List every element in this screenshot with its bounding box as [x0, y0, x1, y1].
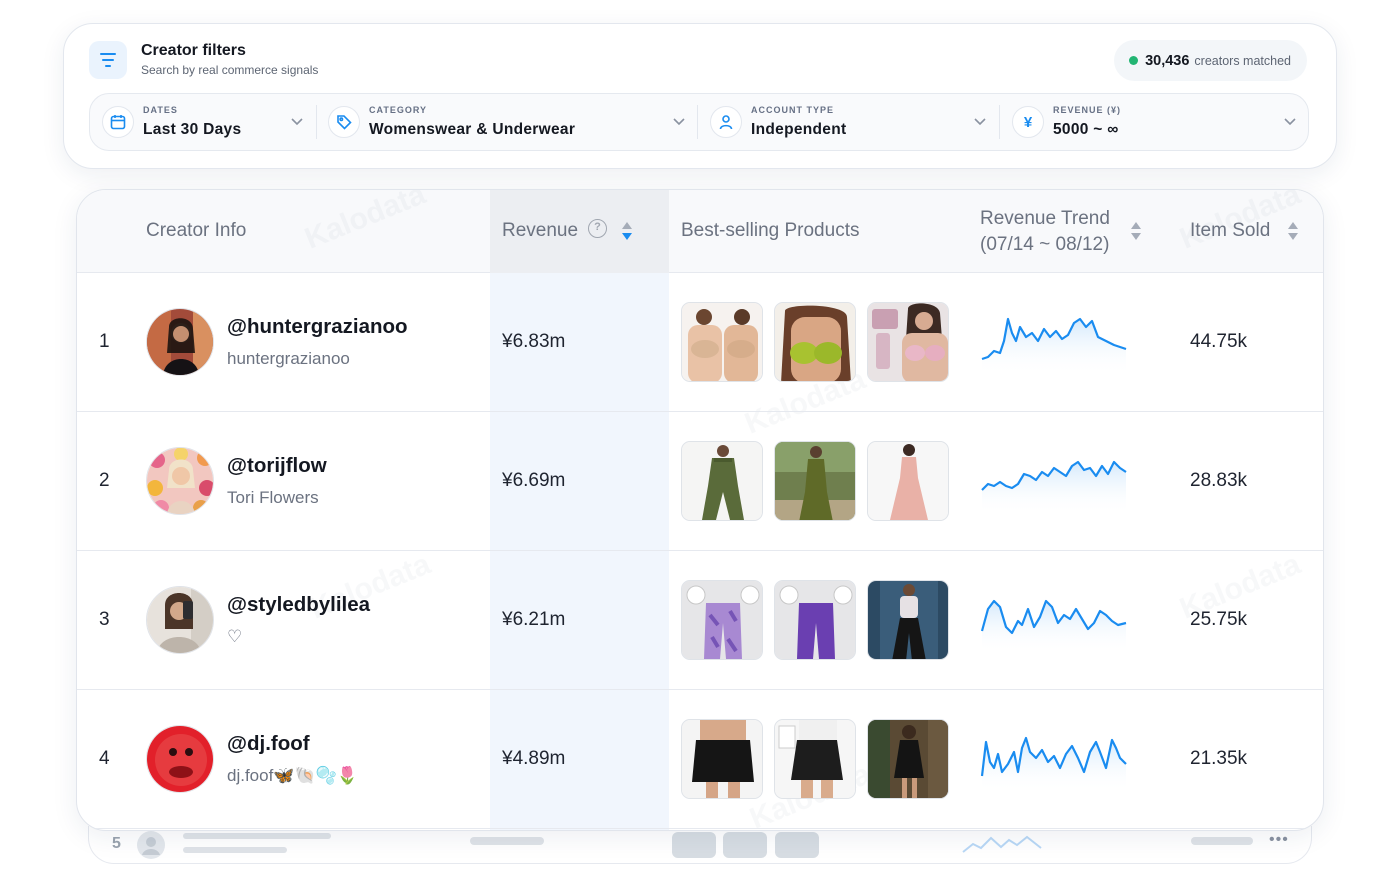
revenue-trend-sparkline [981, 317, 1127, 375]
row-rank: 2 [99, 470, 110, 491]
header-creator-info: Creator Info [146, 220, 247, 241]
header-revenue-trend-title: Revenue Trend [980, 208, 1110, 229]
row-rank: 3 [99, 609, 110, 630]
header-item-sold[interactable]: Item Sold [1190, 220, 1270, 242]
filter-icon[interactable] [89, 41, 127, 79]
product-thumbnail[interactable] [681, 580, 763, 660]
revenue-trend-sparkline [980, 599, 1127, 653]
skeleton-bar [470, 837, 544, 845]
header-revenue-trend-range: (07/14 ~ 08/12) [980, 234, 1110, 255]
row-item-sold: 25.75k [1190, 609, 1248, 630]
sort-icon[interactable] [621, 221, 633, 241]
dates-value: Last 30 Days [143, 121, 242, 138]
yen-icon: ¥ [1012, 106, 1044, 138]
account-type-value: Independent [751, 121, 847, 138]
row-revenue: ¥6.21m [502, 609, 566, 630]
skeleton-bar [1191, 837, 1253, 845]
filters-title: Creator filters [141, 42, 246, 59]
creator-filters-panel: Creator filters Search by real commerce … [63, 23, 1337, 169]
creator-handle[interactable]: @dj.foof [227, 732, 310, 756]
product-thumbnail[interactable] [867, 719, 949, 799]
creator-nickname: Tori Flowers [227, 488, 319, 507]
product-thumbnail[interactable] [681, 719, 763, 799]
row-revenue: ¥6.69m [502, 470, 566, 491]
header-revenue-trend[interactable]: Revenue Trend (07/14 ~ 08/12) [980, 206, 1110, 258]
product-thumbnail[interactable] [681, 441, 763, 521]
product-thumbnail[interactable] [867, 302, 949, 382]
skeleton-bar [183, 833, 331, 839]
product-thumbnail[interactable] [867, 580, 949, 660]
ghost-rank: 5 [112, 835, 121, 852]
creator-handle[interactable]: @styledbylilea [227, 593, 370, 617]
product-thumbnail[interactable] [774, 302, 856, 382]
tag-icon [328, 106, 360, 138]
product-thumbnail[interactable] [867, 441, 949, 521]
sort-icon[interactable] [1130, 221, 1142, 241]
table-row[interactable]: 2 @torijflow Tori Flowers ¥6.69m 28.83k [77, 412, 1323, 551]
skeleton-thumb [672, 832, 716, 858]
account-type-label: ACCOUNT TYPE [751, 105, 835, 115]
chevron-down-icon [974, 118, 986, 126]
table-row[interactable]: 1 @huntergrazianoo huntergrazianoo ¥6.83… [77, 273, 1323, 412]
category-filter[interactable]: CATEGORY Womenswear & Underwear [316, 94, 696, 150]
row-item-sold: 44.75k [1190, 331, 1248, 352]
row-item-sold: 28.83k [1190, 470, 1248, 491]
row-rank: 4 [99, 748, 110, 769]
ghost-row: 5 ••• [88, 826, 1312, 864]
matched-badge: 30,436 creators matched [1114, 40, 1307, 81]
skeleton-thumb [723, 832, 767, 858]
calendar-icon [102, 106, 134, 138]
dates-label: DATES [143, 105, 178, 115]
skeleton-thumb [775, 832, 819, 858]
creator-nickname: dj.foof🦋🐚🫧🌷 [227, 766, 358, 785]
table-row[interactable]: 4 @dj.foof dj.foof🦋🐚🫧🌷 ¥4.89m 21.35k [77, 690, 1323, 829]
user-icon [710, 106, 742, 138]
chevron-down-icon [291, 118, 303, 126]
sort-icon[interactable] [1287, 221, 1299, 241]
filter-bar: DATES Last 30 Days CATEGORY Womenswear &… [89, 93, 1309, 151]
help-icon[interactable]: ? [588, 219, 607, 238]
table-row[interactable]: 3 @styledbylilea ♡ ¥6.21m 25.75k [77, 551, 1323, 690]
avatar[interactable] [146, 586, 214, 654]
avatar[interactable] [146, 447, 214, 515]
creators-table: Kalodata Kalodata Kalodata Kalodata Kalo… [76, 189, 1324, 831]
product-thumbnail[interactable] [774, 580, 856, 660]
header-revenue[interactable]: Revenue [502, 220, 578, 242]
chevron-down-icon [1284, 118, 1296, 126]
avatar[interactable] [146, 725, 214, 793]
skeleton-sparkline [962, 835, 1042, 853]
header-best-selling-products: Best-selling Products [681, 220, 860, 241]
row-item-sold: 21.35k [1190, 748, 1248, 769]
revenue-label: REVENUE (¥) [1053, 105, 1122, 115]
category-value: Womenswear & Underwear [369, 121, 576, 138]
filters-subtitle: Search by real commerce signals [141, 63, 319, 77]
row-rank: 1 [99, 331, 110, 352]
status-dot-icon [1129, 56, 1139, 65]
avatar-placeholder-icon [137, 831, 165, 859]
creator-handle[interactable]: @torijflow [227, 454, 327, 478]
more-icon[interactable]: ••• [1269, 831, 1289, 849]
revenue-filter[interactable]: ¥ REVENUE (¥) 5000 ~ ∞ [1000, 94, 1308, 150]
revenue-trend-sparkline [981, 460, 1127, 514]
product-thumbnail[interactable] [774, 441, 856, 521]
row-revenue: ¥6.83m [502, 331, 566, 352]
avatar[interactable] [146, 308, 214, 376]
chevron-down-icon [673, 118, 685, 126]
creator-nickname: huntergrazianoo [227, 349, 350, 368]
row-revenue: ¥4.89m [502, 748, 566, 769]
skeleton-bar [183, 847, 287, 853]
product-thumbnail[interactable] [681, 302, 763, 382]
product-thumbnail[interactable] [774, 719, 856, 799]
revenue-value: 5000 ~ ∞ [1053, 121, 1119, 138]
creator-nickname: ♡ [227, 627, 243, 646]
account-type-filter[interactable]: ACCOUNT TYPE Independent [698, 94, 998, 150]
category-label: CATEGORY [369, 105, 428, 115]
matched-label: creators matched [1194, 53, 1291, 68]
matched-count: 30,436 [1145, 52, 1190, 69]
revenue-trend-sparkline [980, 736, 1127, 792]
dates-filter[interactable]: DATES Last 30 Days [90, 94, 315, 150]
creator-handle[interactable]: @huntergrazianoo [227, 315, 408, 339]
